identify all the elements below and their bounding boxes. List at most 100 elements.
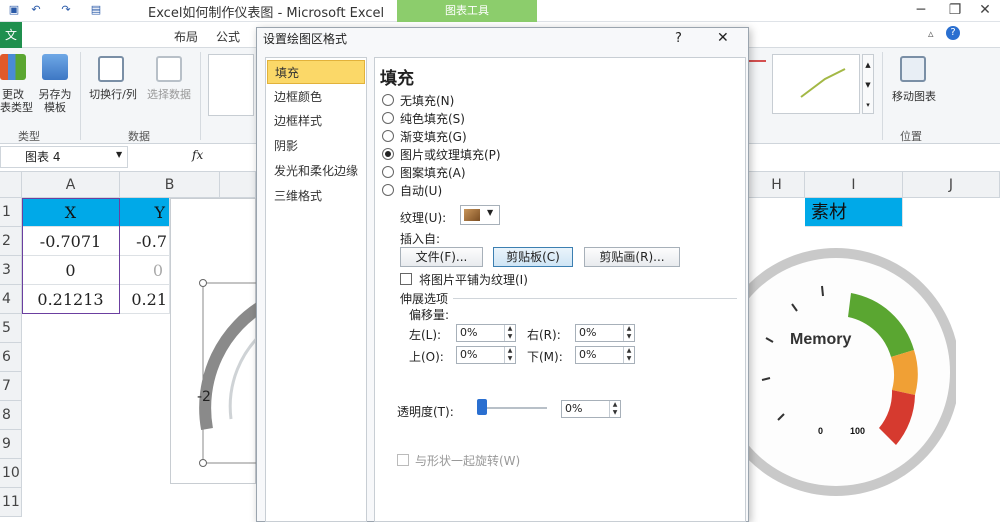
print-preview-icon[interactable]: ▤ [90,4,102,16]
column-header-i[interactable]: I [805,172,903,198]
chart-style-thumbnail[interactable] [772,54,860,114]
offset-right-label: 右(R): [527,328,561,342]
column-header-h[interactable]: H [749,172,805,198]
row-header[interactable]: 8 [0,401,22,430]
column-header-c[interactable] [220,172,256,198]
offsets-label: 偏移量: [409,308,450,322]
offset-bottom-input[interactable]: 0% ▲ ▼ [575,346,635,364]
column-header-a[interactable]: A [22,172,120,198]
spinner-arrows-icon[interactable]: ▲ ▼ [623,347,634,363]
undo-icon[interactable]: ↶ [30,4,42,16]
name-box-value: 图表 4 [25,150,61,164]
gauge-title: Memory [790,331,851,348]
transparency-track[interactable] [477,407,547,409]
row-header[interactable]: 7 [0,372,22,401]
chart-layout-gallery[interactable] [208,54,254,116]
nav-item-shadow[interactable]: 阴影 [267,134,365,158]
offset-top-input[interactable]: 0% ▲ ▼ [456,346,516,364]
insert-file-button[interactable]: 文件(F)... [400,247,483,267]
cell-b4[interactable]: 0.21 [120,285,170,314]
cell-b1[interactable]: Y [120,198,170,227]
row-header[interactable]: 6 [0,343,22,372]
chart-object[interactable]: -2 [170,198,257,484]
change-chart-type-button[interactable]: 更改 表类型 [0,88,33,114]
chart-type-icon[interactable] [0,54,26,80]
move-chart-icon[interactable] [900,56,926,82]
row-header[interactable]: 11 [0,488,22,517]
move-chart-button[interactable]: 移动图表 [886,90,942,103]
row-header[interactable]: 1 [0,198,22,227]
insert-clipart-button[interactable]: 剪贴画(R)... [584,247,680,267]
texture-picker[interactable]: ▼ [460,205,500,225]
radio-auto-fill[interactable] [382,184,394,196]
select-data-icon[interactable] [156,56,182,82]
cell-a3[interactable]: 0 [22,256,120,285]
row-header[interactable]: 10 [0,459,22,488]
cell-a1[interactable]: X [22,198,120,227]
switch-row-col-icon[interactable] [98,56,124,82]
tab-layout[interactable]: 布局 [174,28,198,45]
resize-handle[interactable] [199,279,207,287]
row-header[interactable]: 5 [0,314,22,343]
label-no-fill: 无填充(N) [400,94,455,108]
offset-top-label: 上(O): [409,350,444,364]
nav-item-fill[interactable]: 填充 [267,60,365,84]
minimize-icon[interactable]: ─ [906,0,936,22]
resize-handle[interactable] [199,459,207,467]
dialog-close-icon[interactable]: ✕ [717,30,729,46]
radio-solid-fill[interactable] [382,112,394,124]
switch-row-col-button[interactable]: 切换行/列 [84,88,142,101]
nav-item-border-style[interactable]: 边框样式 [267,109,365,133]
stretch-options-label: 伸展选项 [400,292,449,306]
row-header[interactable]: 3 [0,256,22,285]
transparency-value: 0% [565,402,583,415]
restore-icon[interactable]: ❐ [940,0,970,22]
spinner-arrows-icon[interactable]: ▲ ▼ [609,401,620,417]
cell-i1[interactable]: 素材 [805,198,903,227]
save-icon[interactable]: ▣ [8,4,20,16]
spinner-arrows-icon[interactable]: ▲ ▼ [504,347,515,363]
spinner-arrows-icon[interactable]: ▲ ▼ [504,325,515,341]
help-icon[interactable]: ? [946,26,960,40]
column-header-b[interactable]: B [120,172,220,198]
offset-right-input[interactable]: 0% ▲ ▼ [575,324,635,342]
style-gallery-scroll[interactable]: ▲ ▼ ▾ [862,54,874,114]
file-tab[interactable]: 文件 [0,22,22,68]
cell-a2[interactable]: -0.7071 [22,227,120,256]
nav-item-glow[interactable]: 发光和柔化边缘 [267,159,365,183]
insert-clipboard-button[interactable]: 剪贴板(C) [493,247,573,267]
column-header-j[interactable]: J [903,172,1000,198]
radio-picture-fill[interactable] [382,148,394,160]
rotate-with-shape-checkbox[interactable] [397,454,409,466]
cell-b2[interactable]: -0.7 [120,227,170,256]
transparency-input[interactable]: 0% ▲ ▼ [561,400,621,418]
nav-item-3d-format[interactable]: 三维格式 [267,184,365,208]
save-template-icon[interactable] [42,54,68,80]
cell-b3[interactable]: 0 [120,256,170,285]
radio-pattern-fill[interactable] [382,166,394,178]
spinner-arrows-icon[interactable]: ▲ ▼ [623,325,634,341]
select-data-button[interactable]: 选择数据 [142,88,196,101]
dialog-help-icon[interactable]: ? [675,31,682,46]
save-as-template-button[interactable]: 另存为 模板 [32,88,78,114]
redo-icon[interactable]: ↷ [60,4,72,16]
radio-gradient-fill[interactable] [382,130,394,142]
name-box[interactable]: 图表 4 [0,146,128,168]
row-header[interactable]: 2 [0,227,22,256]
window-close-icon[interactable]: ✕ [970,0,1000,22]
label-auto-fill: 自动(U) [400,184,443,198]
name-box-dropdown-icon[interactable]: ▼ [116,150,122,159]
ribbon-collapse-icon[interactable]: ▵ [928,27,934,40]
fx-icon[interactable]: fx [192,148,203,162]
select-all-corner[interactable] [0,172,22,198]
transparency-slider-thumb[interactable] [477,399,487,415]
row-header[interactable]: 4 [0,285,22,314]
group-label-type: 类型 [18,130,40,143]
cell-a4[interactable]: 0.21213 [22,285,120,314]
radio-no-fill[interactable] [382,94,394,106]
nav-item-border-color[interactable]: 边框颜色 [267,85,365,109]
row-header[interactable]: 9 [0,430,22,459]
tab-formulas[interactable]: 公式 [216,28,240,45]
tile-checkbox[interactable] [400,273,412,285]
offset-left-input[interactable]: 0% ▲ ▼ [456,324,516,342]
